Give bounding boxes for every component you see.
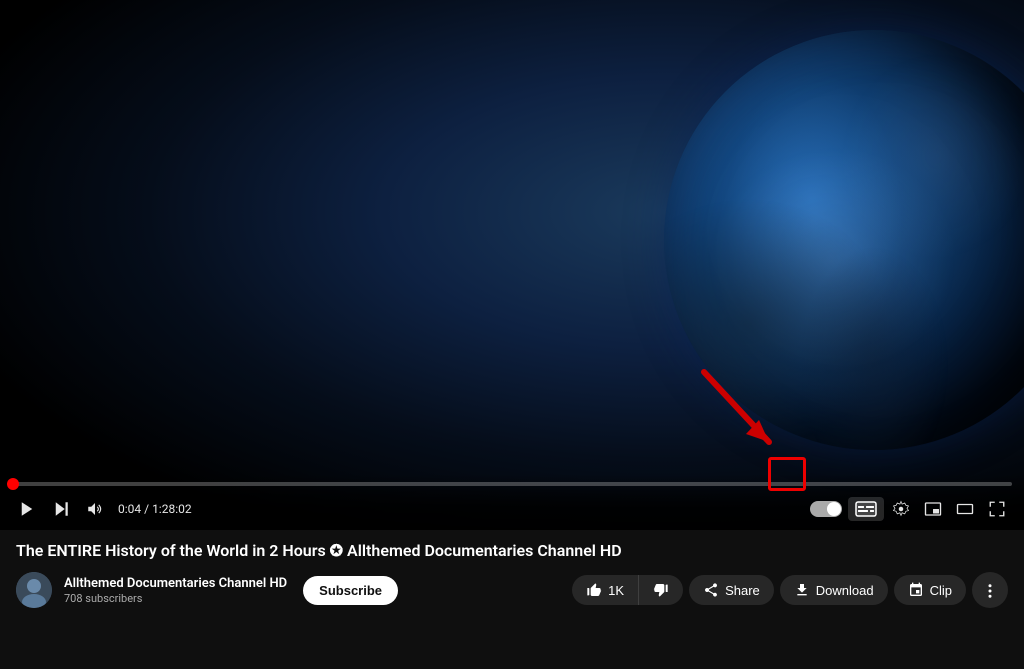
controls-row: 0:04 / 1:28:02 [12,492,1012,526]
subscribe-button[interactable]: Subscribe [303,576,398,605]
video-player: 0:04 / 1:28:02 [0,0,1024,530]
next-button[interactable] [46,496,76,522]
fullscreen-button[interactable] [982,496,1012,522]
subtitles-button[interactable] [848,497,884,521]
theater-mode-button[interactable] [950,496,980,522]
download-label: Download [816,583,874,598]
channel-info: Allthemed Documentaries Channel HD 708 s… [64,576,287,605]
controls-bar: 0:04 / 1:28:02 [0,474,1024,530]
share-icon [703,582,719,598]
more-icon [981,580,999,601]
right-controls [810,496,1012,522]
download-button[interactable]: Download [780,575,888,605]
like-button[interactable]: 1K [572,575,639,605]
toggle-track[interactable] [810,501,842,517]
download-icon [794,582,810,598]
progress-bar[interactable] [12,482,1012,486]
volume-button[interactable] [80,496,110,522]
page-wrapper: 0:04 / 1:28:02 [0,0,1024,669]
clip-icon [908,582,924,598]
thumbs-down-icon [653,582,669,598]
video-info: The ENTIRE History of the World in 2 Hou… [0,530,1024,669]
channel-name: Allthemed Documentaries Channel HD [64,576,287,591]
action-buttons: 1K [572,572,1008,608]
progress-dot [7,478,19,490]
more-options-button[interactable] [972,572,1008,608]
toggle-thumb [827,502,841,516]
video-title: The ENTIRE History of the World in 2 Hou… [16,540,1008,562]
clip-label: Clip [930,583,952,598]
subscriber-count: 708 subscribers [64,592,287,605]
like-dislike-group: 1K [572,575,683,605]
share-label: Share [725,583,760,598]
play-button[interactable] [12,496,42,522]
dislike-button[interactable] [639,575,683,605]
clip-button[interactable]: Clip [894,575,966,605]
earth-visual [664,30,1024,450]
channel-row: Allthemed Documentaries Channel HD 708 s… [16,572,1008,608]
autoplay-toggle[interactable] [810,501,842,517]
miniplayer-button[interactable] [918,496,948,522]
settings-button[interactable] [886,496,916,522]
current-time: 0:04 / 1:28:02 [118,502,192,516]
channel-avatar [16,572,52,608]
like-count: 1K [608,583,624,598]
thumbs-up-icon [586,582,602,598]
share-button[interactable]: Share [689,575,774,605]
